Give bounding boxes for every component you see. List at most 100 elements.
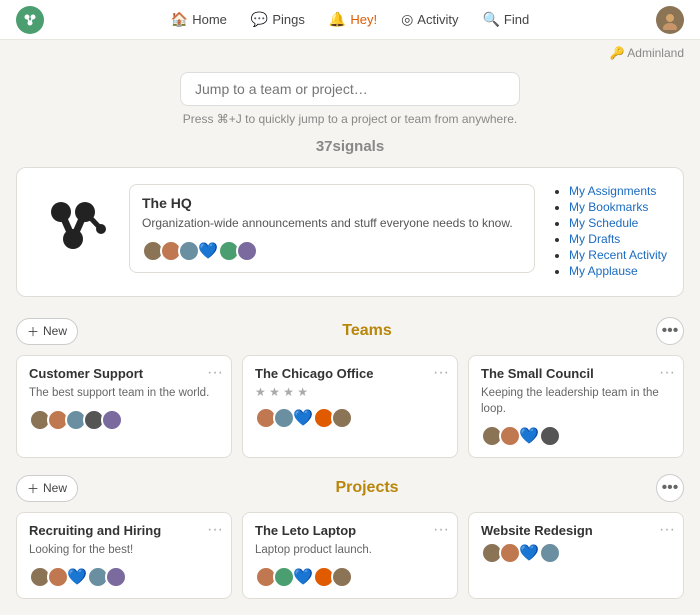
avatar bbox=[47, 566, 69, 588]
heart-icon: 💙 bbox=[519, 426, 539, 446]
company-section: 37signals The HQ Organization-wide annou… bbox=[0, 138, 700, 317]
card-avatars: 💙 bbox=[29, 566, 219, 588]
card-desc: The best support team in the world. bbox=[29, 385, 219, 401]
search-hint: Press ⌘+J to quickly jump to a project o… bbox=[183, 112, 517, 126]
avatar bbox=[178, 240, 200, 262]
card-title: Customer Support bbox=[29, 366, 219, 381]
nav-hey-label: Hey! bbox=[350, 12, 377, 27]
nav-home-label: Home bbox=[192, 12, 227, 27]
plus-icon: ＋ bbox=[27, 323, 39, 340]
avatar bbox=[273, 407, 295, 429]
my-schedule-link[interactable]: My Schedule bbox=[569, 216, 638, 230]
card-title: Recruiting and Hiring bbox=[29, 523, 219, 538]
activity-icon: ◎ bbox=[401, 11, 413, 28]
hq-avatars: 💙 bbox=[142, 240, 522, 262]
home-icon: 🏠 bbox=[171, 11, 188, 28]
plus-icon: ＋ bbox=[27, 480, 39, 497]
hq-title: The HQ bbox=[142, 195, 522, 211]
team-card-chicago-office: ··· The Chicago Office ★ ★ ★ ★ 💙 bbox=[242, 355, 458, 458]
my-recent-activity-link[interactable]: My Recent Activity bbox=[569, 248, 667, 262]
projects-new-button[interactable]: ＋ New bbox=[16, 475, 78, 502]
hq-quick-links: My Assignments My Bookmarks My Schedule … bbox=[551, 184, 667, 280]
adminland-bar: 🔑 Adminland bbox=[0, 40, 700, 62]
card-stars: ★ ★ ★ ★ bbox=[255, 385, 445, 399]
teams-section: ＋ New Teams ••• ··· Customer Support The… bbox=[0, 317, 700, 474]
card-menu-icon[interactable]: ··· bbox=[659, 521, 675, 539]
heart-icon: 💙 bbox=[519, 543, 539, 563]
nav-hey[interactable]: 🔔 Hey! bbox=[319, 7, 387, 32]
teams-bar: ＋ New Teams ••• bbox=[16, 317, 684, 345]
find-icon: 🔍 bbox=[482, 11, 499, 28]
hey-icon: 🔔 bbox=[329, 11, 346, 28]
app-logo[interactable] bbox=[16, 6, 44, 34]
card-menu-icon[interactable]: ··· bbox=[659, 364, 675, 382]
pings-icon: 💬 bbox=[251, 11, 268, 28]
avatar bbox=[331, 566, 353, 588]
user-avatar[interactable] bbox=[656, 6, 684, 34]
my-assignments-link[interactable]: My Assignments bbox=[569, 184, 656, 198]
nav-links: 🏠 Home 💬 Pings 🔔 Hey! ◎ Activity 🔍 Find bbox=[161, 7, 539, 32]
my-applause-link[interactable]: My Applause bbox=[569, 264, 638, 278]
project-card-leto-laptop: ··· The Leto Laptop Laptop product launc… bbox=[242, 512, 458, 599]
projects-title: Projects bbox=[335, 479, 398, 497]
avatar bbox=[539, 542, 561, 564]
card-avatars: 💙 bbox=[255, 566, 445, 588]
avatar bbox=[499, 425, 521, 447]
avatar bbox=[236, 240, 258, 262]
card-avatars bbox=[29, 409, 219, 431]
heart-icon: 💙 bbox=[293, 408, 313, 428]
card-menu-icon[interactable]: ··· bbox=[207, 364, 223, 382]
card-title: Website Redesign bbox=[481, 523, 671, 538]
my-drafts-link[interactable]: My Drafts bbox=[569, 232, 620, 246]
ellipsis-icon: ••• bbox=[662, 479, 679, 497]
nav-pings-label: Pings bbox=[272, 12, 305, 27]
nav-pings[interactable]: 💬 Pings bbox=[241, 7, 315, 32]
nav-find[interactable]: 🔍 Find bbox=[472, 7, 539, 32]
project-card-recruiting: ··· Recruiting and Hiring Looking for th… bbox=[16, 512, 232, 599]
card-desc: Looking for the best! bbox=[29, 542, 219, 558]
avatar bbox=[101, 409, 123, 431]
hq-row: The HQ Organization-wide announcements a… bbox=[16, 167, 684, 297]
my-bookmarks-link[interactable]: My Bookmarks bbox=[569, 200, 648, 214]
heart-icon: 💙 bbox=[67, 567, 87, 587]
search-input[interactable] bbox=[180, 72, 520, 106]
card-avatars: 💙 bbox=[481, 542, 671, 564]
card-menu-icon[interactable]: ··· bbox=[207, 521, 223, 539]
project-card-website-redesign: ··· Website Redesign 💙 bbox=[468, 512, 684, 599]
card-avatars: 💙 bbox=[255, 407, 445, 429]
company-logo bbox=[33, 184, 113, 264]
card-desc: Keeping the leadership team in the loop. bbox=[481, 385, 671, 417]
avatar bbox=[105, 566, 127, 588]
hq-description: Organization-wide announcements and stuf… bbox=[142, 215, 522, 232]
team-card-customer-support: ··· Customer Support The best support te… bbox=[16, 355, 232, 458]
company-name: 37signals bbox=[16, 138, 684, 155]
nav-home[interactable]: 🏠 Home bbox=[161, 7, 237, 32]
search-section: Press ⌘+J to quickly jump to a project o… bbox=[0, 62, 700, 138]
nav-activity-label: Activity bbox=[417, 12, 458, 27]
avatar bbox=[499, 542, 521, 564]
card-title: The Chicago Office bbox=[255, 366, 445, 381]
teams-grid: ··· Customer Support The best support te… bbox=[16, 355, 684, 458]
ellipsis-icon: ••• bbox=[662, 322, 679, 340]
nav-activity[interactable]: ◎ Activity bbox=[391, 7, 468, 32]
card-title: The Leto Laptop bbox=[255, 523, 445, 538]
team-card-small-council: ··· The Small Council Keeping the leader… bbox=[468, 355, 684, 458]
projects-more-button[interactable]: ••• bbox=[656, 474, 684, 502]
card-avatars: 💙 bbox=[481, 425, 671, 447]
projects-grid: ··· Recruiting and Hiring Looking for th… bbox=[16, 512, 684, 599]
card-desc: Laptop product launch. bbox=[255, 542, 445, 558]
teams-new-button[interactable]: ＋ New bbox=[16, 318, 78, 345]
nav-find-label: Find bbox=[504, 12, 529, 27]
card-menu-icon[interactable]: ··· bbox=[433, 521, 449, 539]
projects-new-label: New bbox=[43, 481, 67, 495]
adminland-icon: 🔑 bbox=[610, 46, 625, 60]
top-navigation: 🏠 Home 💬 Pings 🔔 Hey! ◎ Activity 🔍 Find bbox=[0, 0, 700, 40]
heart-icon: 💙 bbox=[198, 241, 218, 261]
hq-card: The HQ Organization-wide announcements a… bbox=[129, 184, 535, 273]
teams-more-button[interactable]: ••• bbox=[656, 317, 684, 345]
teams-title: Teams bbox=[342, 322, 392, 340]
teams-new-label: New bbox=[43, 324, 67, 338]
avatar bbox=[539, 425, 561, 447]
adminland-link[interactable]: Adminland bbox=[627, 46, 684, 60]
card-menu-icon[interactable]: ··· bbox=[433, 364, 449, 382]
